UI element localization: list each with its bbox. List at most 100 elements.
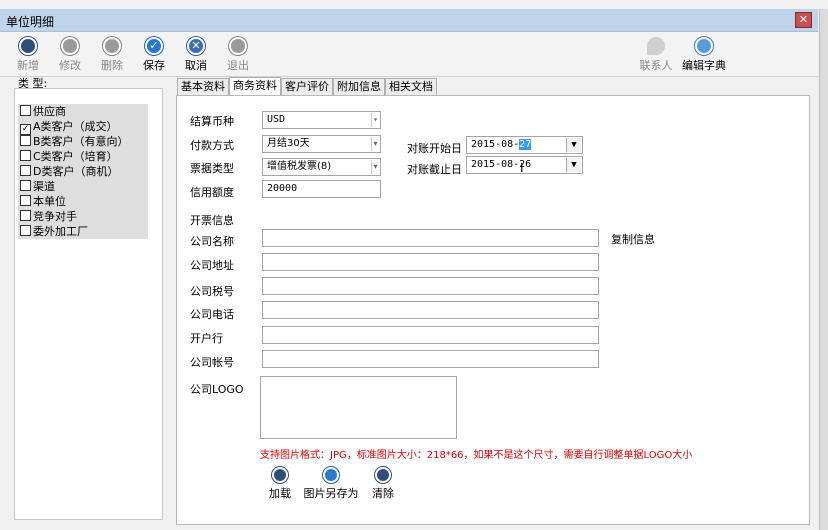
exit-button[interactable]: 退出: [218, 34, 258, 73]
chevron-down-icon: ▾: [371, 113, 379, 127]
payment-select[interactable]: 月结30天 ▾: [262, 135, 381, 153]
category-label: D类客户（商机）: [33, 165, 119, 178]
plus-icon: [19, 37, 37, 55]
save-label: 保存: [143, 59, 165, 72]
category-checkbox[interactable]: [20, 135, 31, 146]
currency-select[interactable]: USD ▾: [262, 111, 381, 129]
tab-documents[interactable]: 相关文档: [385, 78, 437, 95]
check-icon: ✓: [145, 37, 163, 55]
category-item[interactable]: 渠道: [18, 179, 148, 194]
edit-label: 修改: [59, 59, 81, 72]
category-checkbox[interactable]: [20, 180, 31, 191]
invoice-type-label: 票据类型: [190, 162, 234, 175]
load-label: 加载: [269, 487, 291, 500]
close-button[interactable]: ✕: [795, 12, 812, 28]
category-checkbox[interactable]: [20, 195, 31, 206]
title-bar: 单位明细 ✕: [0, 9, 818, 32]
category-label: C类客户（培育）: [33, 150, 118, 163]
end-date-label: 对账截止日: [407, 163, 462, 176]
logo-image-box[interactable]: [260, 376, 457, 439]
invoice-info-label: 开票信息: [190, 214, 234, 227]
toolbar: 新增 修改 删除 ✓ 保存 ✕ 取消 退出 联系人 编辑字典: [0, 32, 818, 77]
x-glyph: ✕: [191, 39, 201, 52]
start-date-prefix: 2015-08-: [471, 139, 520, 150]
category-item[interactable]: 本单位: [18, 194, 148, 209]
check-glyph: ✓: [149, 39, 159, 52]
logo-label: 公司LOGO: [190, 383, 244, 396]
category-checkbox[interactable]: [20, 150, 31, 161]
account-input[interactable]: [262, 350, 599, 368]
text-cursor-icon: I: [520, 161, 524, 175]
tax-no-input[interactable]: [262, 277, 599, 295]
category-label: 竞争对手: [33, 210, 77, 223]
company-address-input[interactable]: [262, 253, 599, 271]
payment-label: 付款方式: [190, 139, 234, 152]
chevron-down-icon: ▾: [371, 160, 379, 174]
category-item[interactable]: 供应商: [18, 104, 148, 119]
category-label: A类客户（成交）: [33, 120, 118, 133]
phone-label: 公司电话: [190, 308, 234, 321]
load-button[interactable]: 加载: [265, 467, 295, 501]
currency-value: USD: [267, 114, 286, 125]
bank-label: 开户行: [190, 332, 223, 345]
category-item[interactable]: D类客户（商机）: [18, 164, 148, 179]
bank-input[interactable]: [262, 326, 599, 344]
category-checkbox[interactable]: [20, 165, 31, 176]
company-name-input[interactable]: [262, 229, 599, 247]
category-label: 本单位: [33, 195, 66, 208]
contacts-label: 联系人: [639, 59, 673, 72]
category-item[interactable]: 委外加工厂: [18, 224, 148, 239]
save-button[interactable]: ✓ 保存: [134, 34, 174, 73]
category-item[interactable]: B类客户（有意向）: [18, 134, 148, 149]
cancel-button[interactable]: ✕ 取消: [176, 34, 216, 73]
exit-icon: [229, 37, 247, 55]
category-list: 供应商 ✓ A类客户（成交） B类客户（有意向） C类客户（培育） D类客户（商机） 渠道本…: [18, 104, 148, 239]
start-date-picker[interactable]: 2015-08-27 ▼: [466, 136, 583, 154]
category-item[interactable]: 竞争对手: [18, 209, 148, 224]
x-icon: ✕: [187, 37, 205, 55]
credit-input[interactable]: 20000: [262, 180, 381, 198]
save-as-label: 图片另存为: [303, 487, 359, 500]
contacts-button[interactable]: 联系人: [634, 34, 678, 73]
category-label: 供应商: [33, 105, 66, 118]
start-date-label: 对账开始日: [407, 142, 462, 155]
tab-business[interactable]: 商务资料: [229, 77, 281, 96]
tab-basic[interactable]: 基本资料: [177, 78, 229, 95]
tab-evaluation[interactable]: 客户评价: [281, 78, 333, 95]
category-checkbox[interactable]: [20, 105, 31, 116]
clear-button[interactable]: 清除: [368, 467, 398, 501]
dictionary-icon: [695, 37, 713, 55]
save-image-as-button[interactable]: 图片另存为: [302, 467, 360, 501]
category-label: 渠道: [33, 180, 55, 193]
category-checkbox[interactable]: [20, 225, 31, 236]
dropdown-arrow-icon: ▼: [566, 158, 581, 172]
new-button[interactable]: 新增: [8, 34, 48, 73]
category-label: 委外加工厂: [33, 225, 88, 238]
edit-button[interactable]: 修改: [50, 34, 90, 73]
clear-label: 清除: [372, 487, 394, 500]
category-checkbox[interactable]: [20, 210, 31, 221]
credit-label: 信用额度: [190, 186, 234, 199]
logo-hint: 支持图片格式：JPG，标准图片大小：218*66，如果不是这个尺寸，需要自行调整…: [260, 450, 693, 461]
category-item[interactable]: ✓ A类客户（成交）: [18, 119, 148, 135]
copy-info-button[interactable]: 复制信息: [611, 231, 655, 247]
exit-label: 退出: [227, 59, 249, 72]
new-label: 新增: [17, 59, 39, 72]
end-date-picker[interactable]: 2015-08-26 ▼: [466, 156, 583, 174]
window-title: 单位明细: [6, 15, 55, 29]
phone-input[interactable]: [262, 301, 599, 319]
dropdown-arrow-icon: ▼: [566, 138, 581, 152]
delete-button[interactable]: 删除: [92, 34, 132, 73]
edit-dictionary-button[interactable]: 编辑字典: [680, 34, 728, 73]
minus-icon: [103, 37, 121, 55]
invoice-type-select[interactable]: 增值税发票(8) ▾: [262, 158, 381, 176]
check-icon: [323, 467, 339, 483]
payment-value: 月结30天: [267, 138, 310, 149]
category-item[interactable]: C类客户（培育）: [18, 149, 148, 164]
company-address-label: 公司地址: [190, 259, 234, 272]
plus-icon: [272, 467, 288, 483]
tab-additional[interactable]: 附加信息: [333, 78, 385, 95]
background-window-edge: [819, 9, 828, 530]
company-name-label: 公司名称: [190, 235, 234, 248]
tax-no-label: 公司税号: [190, 285, 234, 298]
